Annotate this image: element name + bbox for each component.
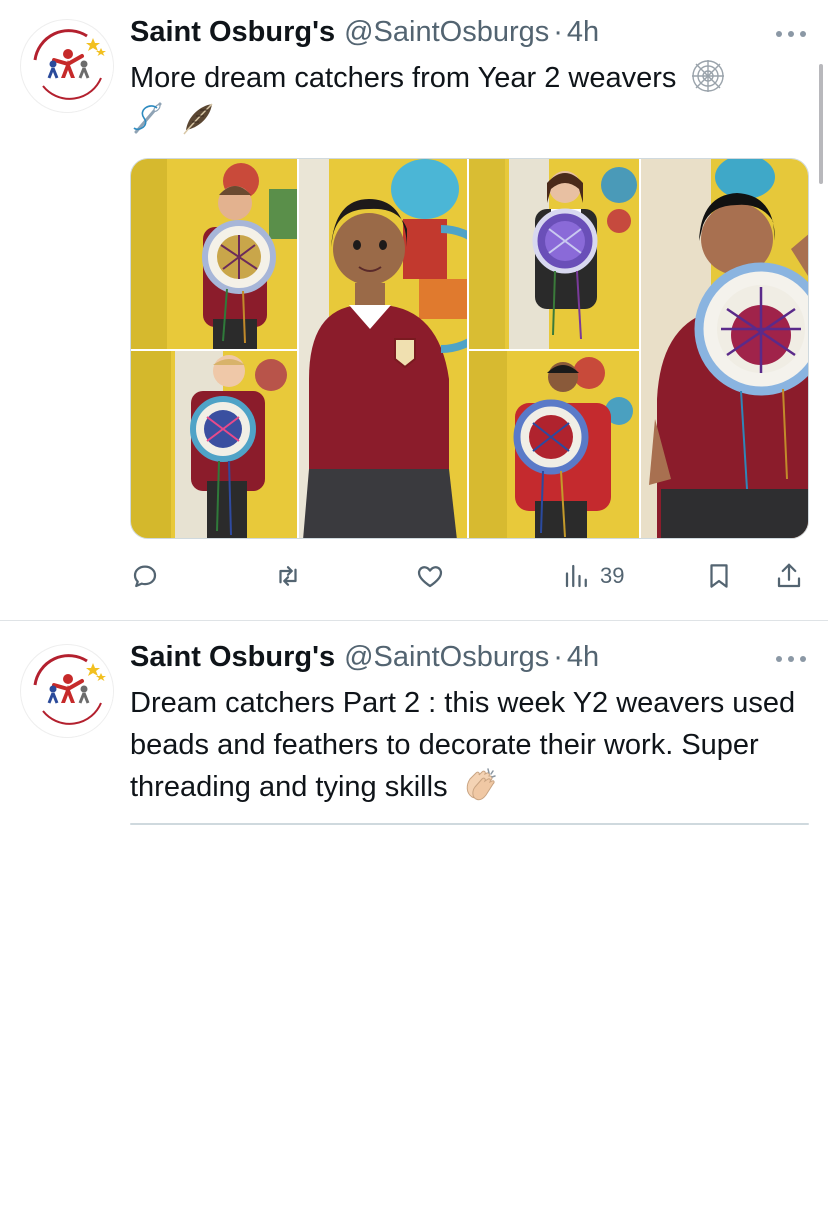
photo-tile[interactable] — [299, 159, 467, 538]
more-options-icon[interactable] — [776, 29, 806, 39]
reply-button[interactable] — [130, 556, 160, 596]
divider — [0, 620, 828, 621]
author-handle[interactable]: @SaintOsburgs — [344, 641, 549, 674]
avatar[interactable] — [20, 19, 114, 113]
author-name[interactable]: Saint Osburg's — [130, 16, 335, 49]
timestamp[interactable]: 4h — [567, 16, 599, 49]
tweet-text: Dream catchers Part 2 : this week Y2 wea… — [130, 682, 800, 808]
photo-tile[interactable] — [641, 159, 808, 538]
retweet-button[interactable] — [273, 556, 303, 596]
photo-tile[interactable] — [131, 351, 297, 538]
tweet-header: Saint Osburg's @SaintOsburgs · 4h — [130, 641, 599, 675]
views-button[interactable]: 39 — [562, 556, 624, 596]
heart-icon — [417, 566, 443, 588]
clapping-hands-icon — [466, 768, 496, 801]
photo-tile[interactable] — [469, 351, 639, 538]
photo-tile[interactable] — [643, 824, 725, 825]
more-options-icon[interactable] — [776, 654, 806, 664]
views-count: 39 — [600, 563, 625, 588]
share-icon — [777, 563, 801, 588]
tweet[interactable]: Saint Osburg's @SaintOsburgs · 4h More d… — [0, 0, 828, 620]
tweet-actions: 39 — [130, 556, 810, 596]
photo-tile[interactable] — [727, 824, 809, 825]
photo-tile[interactable] — [131, 824, 297, 825]
sewing-needle-icon — [133, 102, 162, 134]
photo-grid[interactable] — [130, 158, 809, 539]
tweet-text: More dream catchers from Year 2 weavers — [130, 57, 800, 141]
author-name[interactable]: Saint Osburg's — [130, 641, 335, 674]
photo-grid[interactable] — [130, 823, 809, 825]
author-handle[interactable]: @SaintOsburgs — [344, 16, 549, 49]
like-button[interactable] — [415, 556, 445, 596]
tweet-text-content: More dream catchers from Year 2 weavers — [130, 62, 677, 94]
tweet-header: Saint Osburg's @SaintOsburgs · 4h — [130, 16, 599, 50]
feather-icon — [183, 103, 213, 135]
spider-web-icon — [692, 60, 725, 92]
photo-tile[interactable] — [131, 159, 297, 349]
photo-tile[interactable] — [475, 824, 641, 825]
reply-icon — [133, 565, 157, 588]
photo-tile[interactable] — [469, 159, 639, 349]
views-icon — [565, 564, 587, 588]
bookmark-button[interactable] — [704, 556, 734, 596]
share-button[interactable] — [774, 556, 804, 596]
school-logo-icon — [23, 22, 113, 112]
photo-tile[interactable] — [299, 824, 467, 825]
separator: · — [553, 641, 563, 673]
school-logo-icon — [23, 647, 113, 737]
timestamp[interactable]: 4h — [567, 641, 599, 674]
avatar[interactable] — [20, 644, 114, 738]
retweet-icon — [279, 566, 297, 586]
separator: · — [553, 16, 563, 48]
bookmark-icon — [710, 564, 728, 588]
